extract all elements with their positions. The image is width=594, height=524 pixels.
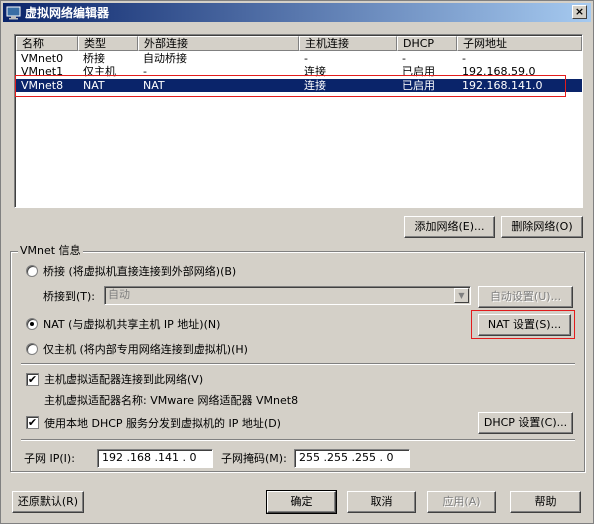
column-header-host[interactable]: 主机连接 [299,36,397,51]
cell-dhcp: - [402,52,406,65]
auto-settings-button[interactable]: 自动设置(U)... [478,286,573,308]
cell-host: - [304,52,308,65]
column-header-external[interactable]: 外部连接 [138,36,299,51]
use-dhcp-label[interactable]: 使用本地 DHCP 服务分发到虚拟机的 IP 地址(D) [44,417,281,430]
virtual-network-editor-window: 虚拟网络编辑器 × 名称 类型 外部连接 主机连接 DHCP 子网地址 VMne… [0,0,594,524]
highlight-box-nat-settings [471,310,575,339]
cell-name: VMnet0 [21,52,64,65]
subnet-ip-field[interactable]: 192 .168 .141 . 0 [97,449,213,468]
restore-defaults-button[interactable]: 还原默认(R) [12,491,84,513]
bridge-to-label: 桥接到(T): [43,290,96,303]
window-title: 虚拟网络编辑器 [25,6,110,20]
apply-button[interactable]: 应用(A) [427,491,496,513]
host-only-radio[interactable] [26,343,38,355]
network-list[interactable]: 名称 类型 外部连接 主机连接 DHCP 子网地址 VMnet0 桥接 自动桥接… [14,34,583,208]
column-header-name[interactable]: 名称 [16,36,78,51]
bridge-to-value: 自动 [108,288,130,301]
divider [21,363,575,365]
cancel-button[interactable]: 取消 [347,491,416,513]
column-header-type[interactable]: 类型 [78,36,138,51]
help-button[interactable]: 帮助 [510,491,581,513]
network-editor-icon [6,6,21,20]
bridge-radio[interactable] [26,265,38,277]
use-dhcp-checkbox[interactable]: ✔ [26,416,39,429]
cell-subnet: - [462,52,466,65]
connect-adapter-label[interactable]: 主机虚拟适配器连接到此网络(V) [44,373,203,386]
column-header-dhcp[interactable]: DHCP [397,36,457,51]
nat-radio-label[interactable]: NAT (与虚拟机共享主机 IP 地址)(N) [43,318,220,331]
chevron-down-icon[interactable]: ▼ [454,288,469,303]
divider [21,439,575,441]
nat-radio[interactable] [26,318,38,330]
checkmark-icon: ✔ [27,373,38,386]
subnet-ip-label: 子网 IP(I): [24,452,75,465]
table-row-vmnet0[interactable]: VMnet0 桥接 自动桥接 - - - [16,52,582,65]
network-list-header: 名称 类型 外部连接 主机连接 DHCP 子网地址 [16,36,582,51]
bridge-to-select[interactable]: 自动 ▼ [104,286,471,305]
bridge-radio-label[interactable]: 桥接 (将虚拟机直接连接到外部网络)(B) [43,265,236,278]
vmnet-info-label: VMnet 信息 [18,244,83,257]
remove-network-button[interactable]: 删除网络(O) [501,216,583,238]
title-bar: 虚拟网络编辑器 × [3,3,591,22]
host-only-radio-label[interactable]: 仅主机 (将内部专用网络连接到虚拟机)(H) [43,343,248,356]
connect-adapter-checkbox[interactable]: ✔ [26,373,39,386]
cell-type: 桥接 [83,52,105,65]
add-network-button[interactable]: 添加网络(E)... [404,216,495,238]
adapter-name-text: 主机虚拟适配器名称: VMware 网络适配器 VMnet8 [44,394,299,407]
subnet-mask-label: 子网掩码(M): [221,452,287,465]
ok-button[interactable]: 确定 [266,490,337,514]
close-button[interactable]: × [572,5,587,19]
checkmark-icon: ✔ [27,416,38,429]
cell-external: 自动桥接 [143,52,187,65]
dhcp-settings-button[interactable]: DHCP 设置(C)... [478,412,573,434]
subnet-mask-field[interactable]: 255 .255 .255 . 0 [294,449,410,468]
column-header-subnet[interactable]: 子网地址 [457,36,582,51]
highlight-box-vmnet8 [15,75,566,97]
close-icon: × [574,5,585,18]
